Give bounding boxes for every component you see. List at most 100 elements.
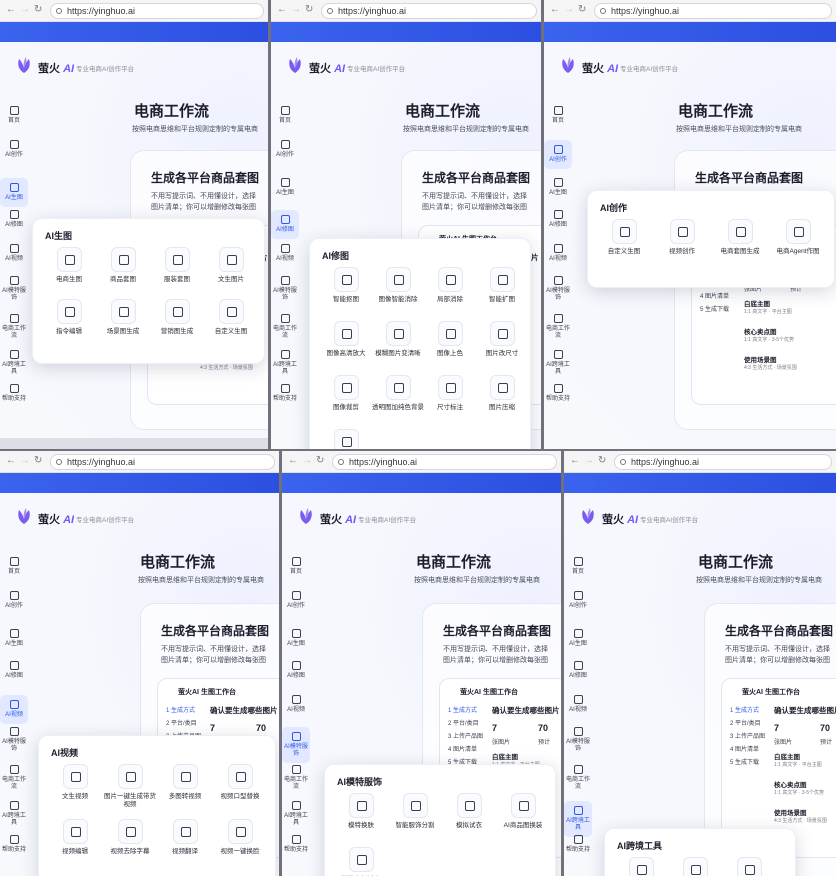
sidebar-item[interactable]: AI修图 bbox=[544, 210, 572, 229]
menu-item[interactable]: 视频翻译 bbox=[159, 819, 211, 856]
sidebar-item[interactable]: 帮助支持 bbox=[544, 384, 572, 403]
sidebar-item[interactable]: 电商工作流 bbox=[564, 765, 592, 791]
sidebar-item[interactable]: AI创作 bbox=[0, 140, 28, 159]
menu-item[interactable]: 视频创作 bbox=[656, 219, 708, 256]
sidebar-item[interactable]: AI跨境工具 bbox=[544, 350, 572, 376]
reload-icon[interactable]: ↻ bbox=[578, 5, 586, 15]
sidebar-item[interactable]: AI模特服饰 bbox=[0, 727, 28, 753]
sidebar-item[interactable]: AI生图 bbox=[564, 629, 592, 648]
menu-item[interactable]: 场景图生成 bbox=[97, 299, 149, 336]
sidebar-item[interactable]: AI生图 bbox=[282, 629, 310, 648]
sidebar-item[interactable]: AI跨境工具 bbox=[0, 350, 28, 376]
sidebar-item[interactable]: 帮助支持 bbox=[271, 384, 299, 403]
menu-item[interactable]: 鞋靴虚拟试穿 bbox=[335, 847, 387, 876]
menu-item[interactable]: 商品套图 bbox=[97, 247, 149, 284]
menu-item[interactable]: 图像智能消除 bbox=[372, 267, 424, 304]
sidebar-item[interactable]: AI模特服饰 bbox=[0, 276, 28, 302]
back-icon[interactable]: ← bbox=[6, 456, 16, 466]
menu-item[interactable]: 手部修复 bbox=[320, 429, 372, 450]
menu-item[interactable]: 模糊图片变清晰 bbox=[372, 321, 424, 358]
menu-item[interactable]: 视频去除字幕 bbox=[104, 819, 156, 856]
address-bar[interactable]: https://yinghuo.ai bbox=[614, 454, 832, 470]
menu-item[interactable]: 图像上色 bbox=[424, 321, 476, 358]
menu-item[interactable]: 批量图片翻译 bbox=[669, 857, 721, 876]
image-list-item[interactable]: 核心卖点图 bbox=[774, 779, 807, 789]
menu-item[interactable]: 视频编辑 bbox=[49, 819, 101, 856]
sidebar-item[interactable]: 电商工作流 bbox=[544, 314, 572, 340]
sidebar-item[interactable]: AI修图 bbox=[0, 210, 28, 229]
sidebar-item[interactable]: AI跨境工具 bbox=[271, 350, 299, 376]
menu-item[interactable]: 多图转视频 bbox=[159, 764, 211, 801]
forward-icon[interactable]: → bbox=[564, 5, 574, 15]
back-icon[interactable]: ← bbox=[550, 5, 560, 15]
menu-item[interactable]: 电商生图 bbox=[43, 247, 95, 284]
menu-item[interactable]: 图片翻译 bbox=[615, 857, 667, 876]
menu-item[interactable]: 智能服饰分割 bbox=[389, 793, 441, 830]
image-list-item[interactable]: 使用场景图 bbox=[744, 354, 777, 364]
sidebar-item[interactable]: 电商工作流 bbox=[271, 314, 299, 340]
sidebar-item[interactable]: AI视频 bbox=[544, 244, 572, 263]
sidebar-item[interactable]: AI跨境工具 bbox=[564, 801, 592, 837]
menu-item[interactable]: 模特换肤 bbox=[335, 793, 387, 830]
forward-icon[interactable]: → bbox=[291, 5, 301, 15]
menu-item[interactable]: 专利检索 bbox=[723, 857, 775, 876]
menu-item[interactable]: 图片改尺寸 bbox=[476, 321, 528, 358]
sidebar-item[interactable]: 首页 bbox=[564, 557, 592, 576]
sidebar-item[interactable]: AI修图 bbox=[282, 661, 310, 680]
menu-item[interactable]: AI商品图换装 bbox=[497, 793, 549, 830]
sidebar-item[interactable]: 帮助支持 bbox=[0, 835, 28, 854]
menu-item[interactable]: 图像高清放大 bbox=[320, 321, 372, 358]
menu-item[interactable]: 透明图加纯色背景 bbox=[372, 375, 424, 412]
sidebar-item[interactable]: AI视频 bbox=[0, 244, 28, 263]
reload-icon[interactable]: ↻ bbox=[305, 5, 313, 15]
sidebar-item[interactable]: AI修图 bbox=[271, 210, 299, 239]
reload-icon[interactable]: ↻ bbox=[316, 456, 324, 466]
menu-item[interactable]: 电商Agent作图 bbox=[772, 219, 824, 256]
sidebar-item[interactable]: AI修图 bbox=[0, 661, 28, 680]
sidebar-item[interactable]: 电商工作流 bbox=[0, 765, 28, 791]
address-bar[interactable]: https://yinghuo.ai bbox=[50, 454, 275, 470]
menu-item[interactable]: 图片一键生成带货视频 bbox=[104, 764, 156, 809]
sidebar-item[interactable]: AI创作 bbox=[544, 140, 572, 169]
sidebar-item[interactable]: 电商工作流 bbox=[282, 765, 310, 791]
sidebar-item[interactable]: 帮助支持 bbox=[0, 384, 28, 403]
sidebar-item[interactable]: AI视频 bbox=[564, 695, 592, 714]
menu-item[interactable]: 智能扩图 bbox=[476, 267, 528, 304]
sidebar-item[interactable]: AI模特服饰 bbox=[271, 276, 299, 302]
sidebar-item[interactable]: 帮助支持 bbox=[564, 835, 592, 854]
address-bar[interactable]: https://yinghuo.ai bbox=[50, 3, 264, 19]
reload-icon[interactable]: ↻ bbox=[34, 456, 42, 466]
sidebar-item[interactable]: 首页 bbox=[0, 557, 28, 576]
sidebar-item[interactable]: 电商工作流 bbox=[0, 314, 28, 340]
sidebar-item[interactable]: AI视频 bbox=[271, 244, 299, 263]
sidebar-item[interactable]: AI跨境工具 bbox=[0, 801, 28, 827]
sidebar-item[interactable]: AI视频 bbox=[0, 695, 28, 724]
menu-item[interactable]: 尺寸标注 bbox=[424, 375, 476, 412]
menu-item[interactable]: 自定义生图 bbox=[205, 299, 257, 336]
sidebar-item[interactable]: AI创作 bbox=[0, 591, 28, 610]
forward-icon[interactable]: → bbox=[302, 456, 312, 466]
menu-item[interactable]: 图片压缩 bbox=[476, 375, 528, 412]
sidebar-item[interactable]: AI生图 bbox=[0, 629, 28, 648]
sidebar-item[interactable]: AI模特服饰 bbox=[564, 727, 592, 753]
menu-item[interactable]: 局部消除 bbox=[424, 267, 476, 304]
image-list-item[interactable]: 白底主图 bbox=[492, 751, 518, 761]
menu-item[interactable]: 图像裁剪 bbox=[320, 375, 372, 412]
menu-item[interactable]: 模拟试衣 bbox=[443, 793, 495, 830]
sidebar-item[interactable]: AI视频 bbox=[282, 695, 310, 714]
menu-item[interactable]: 指令编辑 bbox=[43, 299, 95, 336]
sidebar-item[interactable]: AI创作 bbox=[282, 591, 310, 610]
sidebar-item[interactable]: AI生图 bbox=[0, 178, 28, 207]
back-icon[interactable]: ← bbox=[277, 5, 287, 15]
sidebar-item[interactable]: AI生图 bbox=[271, 178, 299, 197]
menu-item[interactable]: 自定义生图 bbox=[598, 219, 650, 256]
image-list-item[interactable]: 使用场景图 bbox=[774, 807, 807, 817]
sidebar-item[interactable]: AI跨境工具 bbox=[282, 801, 310, 827]
address-bar[interactable]: https://yinghuo.ai bbox=[594, 3, 832, 19]
menu-item[interactable]: 视频口型替换 bbox=[214, 764, 266, 801]
sidebar-item[interactable]: AI修图 bbox=[564, 661, 592, 680]
sidebar-item[interactable]: 首页 bbox=[544, 106, 572, 125]
image-list-item[interactable]: 核心卖点图 bbox=[744, 326, 777, 336]
sidebar-item[interactable]: AI模特服饰 bbox=[282, 727, 310, 763]
menu-item[interactable]: 服装套图 bbox=[151, 247, 203, 284]
